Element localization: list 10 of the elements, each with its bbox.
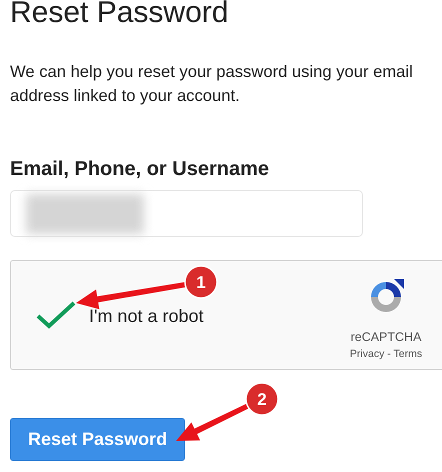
description-text: We can help you reset your password using your email address linked to your account. [10,61,414,107]
brand-text: reCAPTCHA [350,328,422,346]
callout-badge: 2 [245,382,279,416]
callout-badge: 1 [184,265,218,299]
check-icon[interactable] [35,300,77,330]
field-label: Email, Phone, or Username [10,157,270,182]
input-field[interactable] [10,190,363,237]
checkbox-label: I'm not a robot [89,304,204,328]
privacy-terms-link[interactable]: Privacy - Terms [350,346,422,362]
page-title: Reset Password [10,0,230,31]
